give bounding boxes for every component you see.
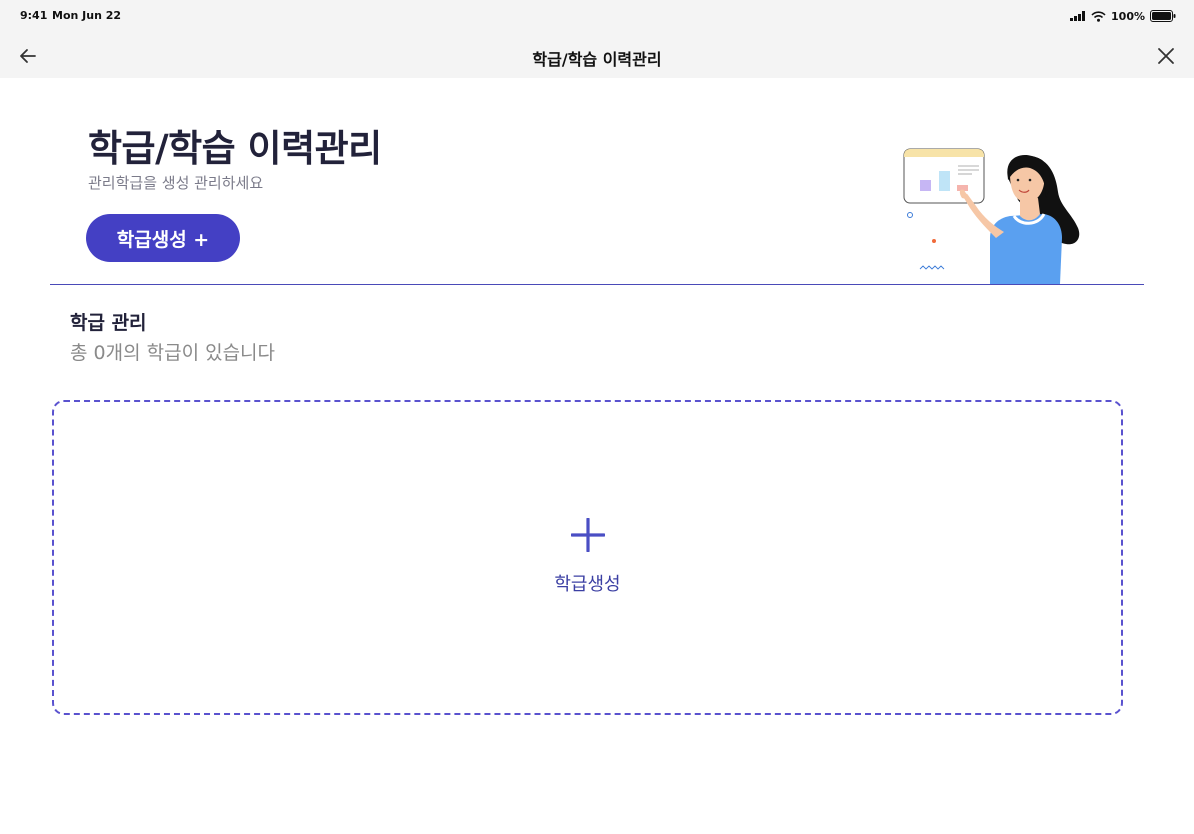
nav-bar: 학급/학습 이력관리: [0, 32, 1194, 78]
nav-title: 학급/학습 이력관리: [532, 50, 662, 69]
class-count-text: 총 0개의 학급이 있습니다: [70, 342, 276, 364]
battery-icon: [1150, 10, 1176, 22]
battery-percentage: 100%: [1111, 9, 1145, 23]
close-button[interactable]: [1154, 44, 1178, 68]
status-bar: 9:41 Mon Jun 22 100%: [0, 0, 1194, 32]
wifi-icon: [1091, 10, 1106, 22]
close-icon: [1158, 48, 1174, 64]
page-title: 학급/학습 이력관리: [88, 127, 382, 170]
status-date: Mon Jun 22: [52, 9, 122, 22]
create-class-card[interactable]: 학급생성: [52, 400, 1123, 715]
teacher-illustration: [903, 148, 1080, 284]
status-time: 9:41: [20, 9, 48, 22]
page-subtitle: 관리학급을 생성 관리하세요: [88, 174, 264, 192]
create-class-button[interactable]: 학급생성 +: [86, 214, 240, 262]
status-indicators: 100%: [1070, 8, 1176, 24]
plus-icon: [571, 518, 605, 552]
section-title: 학급 관리: [70, 312, 147, 334]
hero-divider: [50, 284, 1144, 285]
cellular-signal-icon: [1070, 11, 1086, 21]
create-class-card-label: 학급생성: [554, 574, 621, 595]
